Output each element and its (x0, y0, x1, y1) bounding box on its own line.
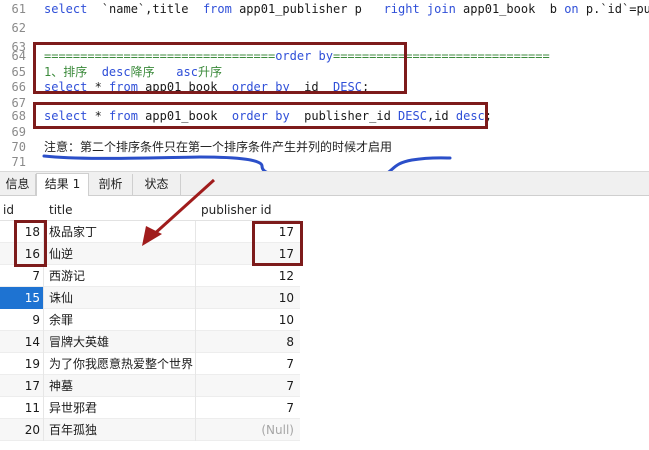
cell-title[interactable]: 西游记 (46, 265, 196, 287)
table-row[interactable]: 15 诛仙 10 (0, 287, 300, 309)
sql-keyword: on (564, 2, 579, 16)
sql-keyword: from (202, 2, 232, 16)
line-number: 62 (11, 21, 26, 35)
cell-title[interactable]: 神墓 (46, 375, 196, 397)
column-header-publisher-id[interactable]: publisher id (201, 197, 297, 221)
code-text: select `name`,title from app01_publisher… (44, 0, 649, 18)
sql-keyword: right join (383, 2, 456, 16)
cell-title[interactable]: 为了你我愿意热爱整个世界 (46, 353, 196, 375)
cell-title[interactable]: 诛仙 (46, 287, 196, 309)
cell-title[interactable]: 异世邪君 (46, 397, 196, 419)
table-row[interactable]: 9 余罪 10 (0, 309, 300, 331)
cell-id[interactable]: 20 (0, 419, 44, 441)
annotation-box-publisher-ids (252, 221, 303, 266)
cell-publisher-id[interactable]: 7 (198, 353, 298, 375)
note-text: 注意：第二个排序条件只在第一个排序条件产生并列的时候才启用 (44, 140, 393, 154)
cell-publisher-id[interactable]: 8 (198, 331, 298, 353)
cell-title[interactable]: 百年孤独 (46, 419, 196, 441)
code-line[interactable]: 62 (0, 19, 649, 37)
cell-id[interactable]: 19 (0, 353, 44, 375)
sql-keyword: select (44, 2, 88, 16)
sql-text: `name`,title (87, 2, 203, 16)
cell-title[interactable]: 冒牌大英雄 (46, 331, 196, 353)
sql-text: p.`id`=publi (585, 2, 649, 16)
cell-id[interactable]: 14 (0, 331, 44, 353)
cell-id[interactable]: 17 (0, 375, 44, 397)
table-row[interactable]: 19 为了你我愿意热爱整个世界 7 (0, 353, 300, 375)
table-row[interactable]: 20 百年孤独 (Null) (0, 419, 300, 441)
tab-info[interactable]: 信息 (0, 174, 36, 196)
cell-publisher-id[interactable]: 12 (198, 265, 298, 287)
cell-publisher-id[interactable]: 10 (198, 287, 298, 309)
tab-profile[interactable]: 剖析 (89, 174, 133, 196)
table-row[interactable]: 7 西游记 12 (0, 265, 300, 287)
annotation-box-order-by (33, 42, 407, 94)
table-row[interactable]: 11 异世邪君 7 (0, 397, 300, 419)
column-header-title[interactable]: title (49, 197, 189, 221)
sql-text: app01_publisher p (231, 2, 384, 16)
annotation-box-query (33, 102, 488, 129)
table-row[interactable]: 17 神墓 7 (0, 375, 300, 397)
column-header-id[interactable]: id (3, 197, 43, 221)
tab-status[interactable]: 状态 (133, 174, 181, 196)
cell-publisher-id[interactable]: 10 (198, 309, 298, 331)
cell-publisher-id[interactable]: 7 (198, 397, 298, 419)
line-number: 61 (11, 2, 26, 16)
result-tabs: 信息 结果 1 剖析 状态 (0, 171, 649, 196)
code-line[interactable]: 71 (0, 153, 649, 170)
annotation-box-ids (14, 220, 47, 267)
cell-publisher-id[interactable]: (Null) (198, 419, 298, 441)
code-line[interactable]: 61 select `name`,title from app01_publish… (0, 0, 649, 18)
tab-result-1[interactable]: 结果 1 (36, 173, 89, 196)
cell-id[interactable]: 11 (0, 397, 44, 419)
cell-title[interactable]: 余罪 (46, 309, 196, 331)
cell-id[interactable]: 7 (0, 265, 44, 287)
cell-id[interactable]: 15 (0, 287, 44, 309)
table-row[interactable]: 14 冒牌大英雄 8 (0, 331, 300, 353)
cell-publisher-id[interactable]: 7 (198, 375, 298, 397)
cell-id[interactable]: 9 (0, 309, 44, 331)
cell-title[interactable]: 仙逆 (46, 243, 196, 265)
cell-title[interactable]: 极品家丁 (46, 221, 196, 243)
line-number: 71 (11, 155, 26, 169)
sql-text: app01_book b (455, 2, 565, 16)
